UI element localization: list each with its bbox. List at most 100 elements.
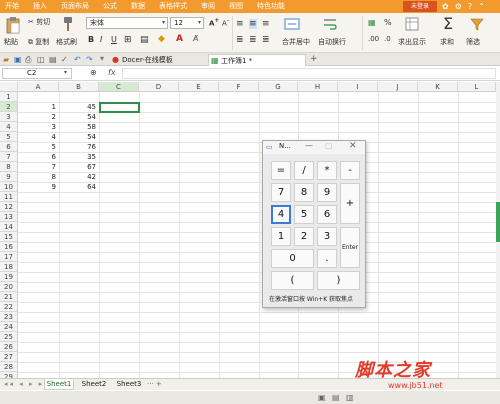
key-4[interactable]: 4 bbox=[271, 205, 291, 224]
sum-icon[interactable]: Σ bbox=[443, 14, 453, 33]
new-tab-button[interactable]: + bbox=[310, 54, 318, 64]
row-header[interactable]: 17 bbox=[0, 252, 18, 262]
cell-b[interactable]: 35 bbox=[59, 152, 99, 162]
cell-b[interactable]: 42 bbox=[59, 172, 99, 182]
row-header[interactable]: 21 bbox=[0, 292, 18, 302]
row-header[interactable]: 9 bbox=[0, 172, 18, 182]
key-multiply[interactable]: * bbox=[317, 161, 337, 180]
hide-show-label[interactable]: 求出显示 bbox=[398, 37, 426, 47]
italic-button[interactable]: I bbox=[100, 35, 102, 44]
column-header-g[interactable]: G bbox=[259, 82, 298, 92]
redo-icon[interactable]: ↷ bbox=[86, 55, 93, 64]
skin-icon[interactable]: ✿ bbox=[442, 2, 449, 11]
align-bottom-icon[interactable]: ≡ bbox=[262, 19, 270, 29]
row-header[interactable]: 2 bbox=[0, 102, 18, 112]
row-header[interactable]: 26 bbox=[0, 342, 18, 352]
pdf-icon[interactable]: ▤ bbox=[49, 55, 57, 64]
key-equals[interactable]: = bbox=[271, 161, 291, 180]
key-3[interactable]: 3 bbox=[317, 227, 337, 246]
row-header[interactable]: 6 bbox=[0, 142, 18, 152]
key-right-paren[interactable]: ) bbox=[317, 271, 360, 290]
decimal-icon[interactable]: .00 bbox=[368, 35, 379, 43]
column-header-j[interactable]: J bbox=[378, 82, 418, 92]
page-break-view-icon[interactable]: ▥ bbox=[346, 393, 354, 402]
font-name-select[interactable]: 宋体 ▾ bbox=[86, 17, 168, 29]
merge-center-icon[interactable] bbox=[284, 16, 300, 32]
row-header[interactable]: 10 bbox=[0, 182, 18, 192]
sheet-tab-1[interactable]: Sheet1 bbox=[44, 379, 74, 390]
fill-color-icon[interactable]: ◆ bbox=[158, 34, 165, 44]
row-header[interactable]: 11 bbox=[0, 192, 18, 202]
align-middle-icon[interactable]: ≡ bbox=[249, 19, 257, 29]
key-9[interactable]: 9 bbox=[317, 183, 337, 202]
format-painter-icon[interactable] bbox=[62, 16, 74, 32]
formula-input[interactable] bbox=[122, 68, 496, 79]
cell-b[interactable]: 45 bbox=[59, 102, 99, 112]
cell-a[interactable]: 3 bbox=[18, 122, 59, 132]
menu-special[interactable]: 特色功能 bbox=[250, 0, 292, 13]
font-size-select[interactable]: 12 ▾ bbox=[170, 17, 204, 29]
filter-label[interactable]: 筛选 bbox=[466, 37, 480, 47]
key-1[interactable]: 1 bbox=[271, 227, 291, 246]
decrease-font-icon[interactable]: A- bbox=[222, 18, 229, 27]
wrap-text-icon[interactable] bbox=[322, 16, 338, 32]
sheet-nav-buttons[interactable]: ◂◂ ◂ ▸ ▸▸ bbox=[4, 380, 50, 388]
border-icon[interactable]: ⊞ bbox=[124, 35, 132, 45]
key-6[interactable]: 6 bbox=[317, 205, 337, 224]
zoom-icon[interactable]: ⊕ bbox=[90, 68, 97, 77]
column-header-b[interactable]: B bbox=[59, 82, 99, 92]
key-left-paren[interactable]: ( bbox=[271, 271, 314, 290]
column-header-i[interactable]: I bbox=[338, 82, 378, 92]
paste-label[interactable]: 粘贴 bbox=[4, 37, 18, 47]
tab-menu-icon[interactable]: ▾ bbox=[100, 54, 104, 63]
cell-b[interactable]: 54 bbox=[59, 112, 99, 122]
tab-docer[interactable]: ● Docer-在线模板 bbox=[110, 54, 205, 66]
select-all-corner[interactable] bbox=[0, 82, 18, 92]
paste-icon[interactable] bbox=[5, 16, 21, 34]
save-icon[interactable]: ▣ bbox=[14, 55, 22, 64]
row-header[interactable]: 27 bbox=[0, 352, 18, 362]
row-header[interactable]: 28 bbox=[0, 362, 18, 372]
login-button[interactable]: 未登录 bbox=[403, 1, 437, 12]
number-format-icon[interactable]: ▦ bbox=[368, 18, 376, 27]
cell-a[interactable]: 5 bbox=[18, 142, 59, 152]
preview-icon[interactable]: ◫ bbox=[37, 55, 45, 64]
menu-table-style[interactable]: 表格样式 bbox=[152, 0, 194, 13]
clear-format-icon[interactable]: A̸ bbox=[193, 34, 198, 43]
column-header-e[interactable]: E bbox=[179, 82, 219, 92]
row-header[interactable]: 13 bbox=[0, 212, 18, 222]
settings-icon[interactable]: ⚙ bbox=[455, 2, 462, 11]
normal-view-icon[interactable]: ▣ bbox=[318, 393, 326, 402]
more-sheets-icon[interactable]: ··· + bbox=[147, 380, 162, 388]
font-color-icon[interactable]: A bbox=[176, 34, 183, 44]
undo-icon[interactable]: ↶ bbox=[74, 55, 81, 64]
percent-button[interactable]: % bbox=[384, 18, 392, 27]
row-header[interactable]: 23 bbox=[0, 312, 18, 322]
cell-a[interactable]: 1 bbox=[18, 102, 59, 112]
tab-workbook[interactable]: ▦ 工作簿1 * bbox=[208, 54, 306, 66]
menu-review[interactable]: 审阅 bbox=[194, 0, 222, 13]
column-header-k[interactable]: K bbox=[418, 82, 458, 92]
column-header-d[interactable]: D bbox=[139, 82, 179, 92]
cell-b[interactable]: 54 bbox=[59, 132, 99, 142]
row-header[interactable]: 18 bbox=[0, 262, 18, 272]
close-icon[interactable]: ✕ bbox=[349, 141, 357, 151]
merge-center-label[interactable]: 合并居中 bbox=[282, 37, 310, 47]
sheet-tab-2[interactable]: Sheet2 bbox=[79, 379, 109, 390]
align-top-icon[interactable]: ≡ bbox=[236, 19, 244, 29]
cell-b[interactable]: 64 bbox=[59, 182, 99, 192]
chevron-down-icon[interactable]: ▾ bbox=[64, 69, 67, 76]
increase-font-icon[interactable]: A+ bbox=[209, 18, 219, 27]
menu-formulas[interactable]: 公式 bbox=[96, 0, 124, 13]
cell-b[interactable]: 76 bbox=[59, 142, 99, 152]
underline-button[interactable]: U bbox=[111, 35, 117, 44]
cell-b[interactable]: 67 bbox=[59, 162, 99, 172]
row-header[interactable]: 4 bbox=[0, 122, 18, 132]
format-painter-label[interactable]: 格式刷 bbox=[56, 37, 77, 47]
row-header[interactable]: 25 bbox=[0, 332, 18, 342]
page-layout-view-icon[interactable]: ▤ bbox=[332, 393, 340, 402]
row-header[interactable]: 1 bbox=[0, 92, 18, 102]
sum-label[interactable]: 求和 bbox=[440, 37, 454, 47]
row-header[interactable]: 19 bbox=[0, 272, 18, 282]
align-left-icon[interactable]: ≣ bbox=[236, 35, 244, 45]
